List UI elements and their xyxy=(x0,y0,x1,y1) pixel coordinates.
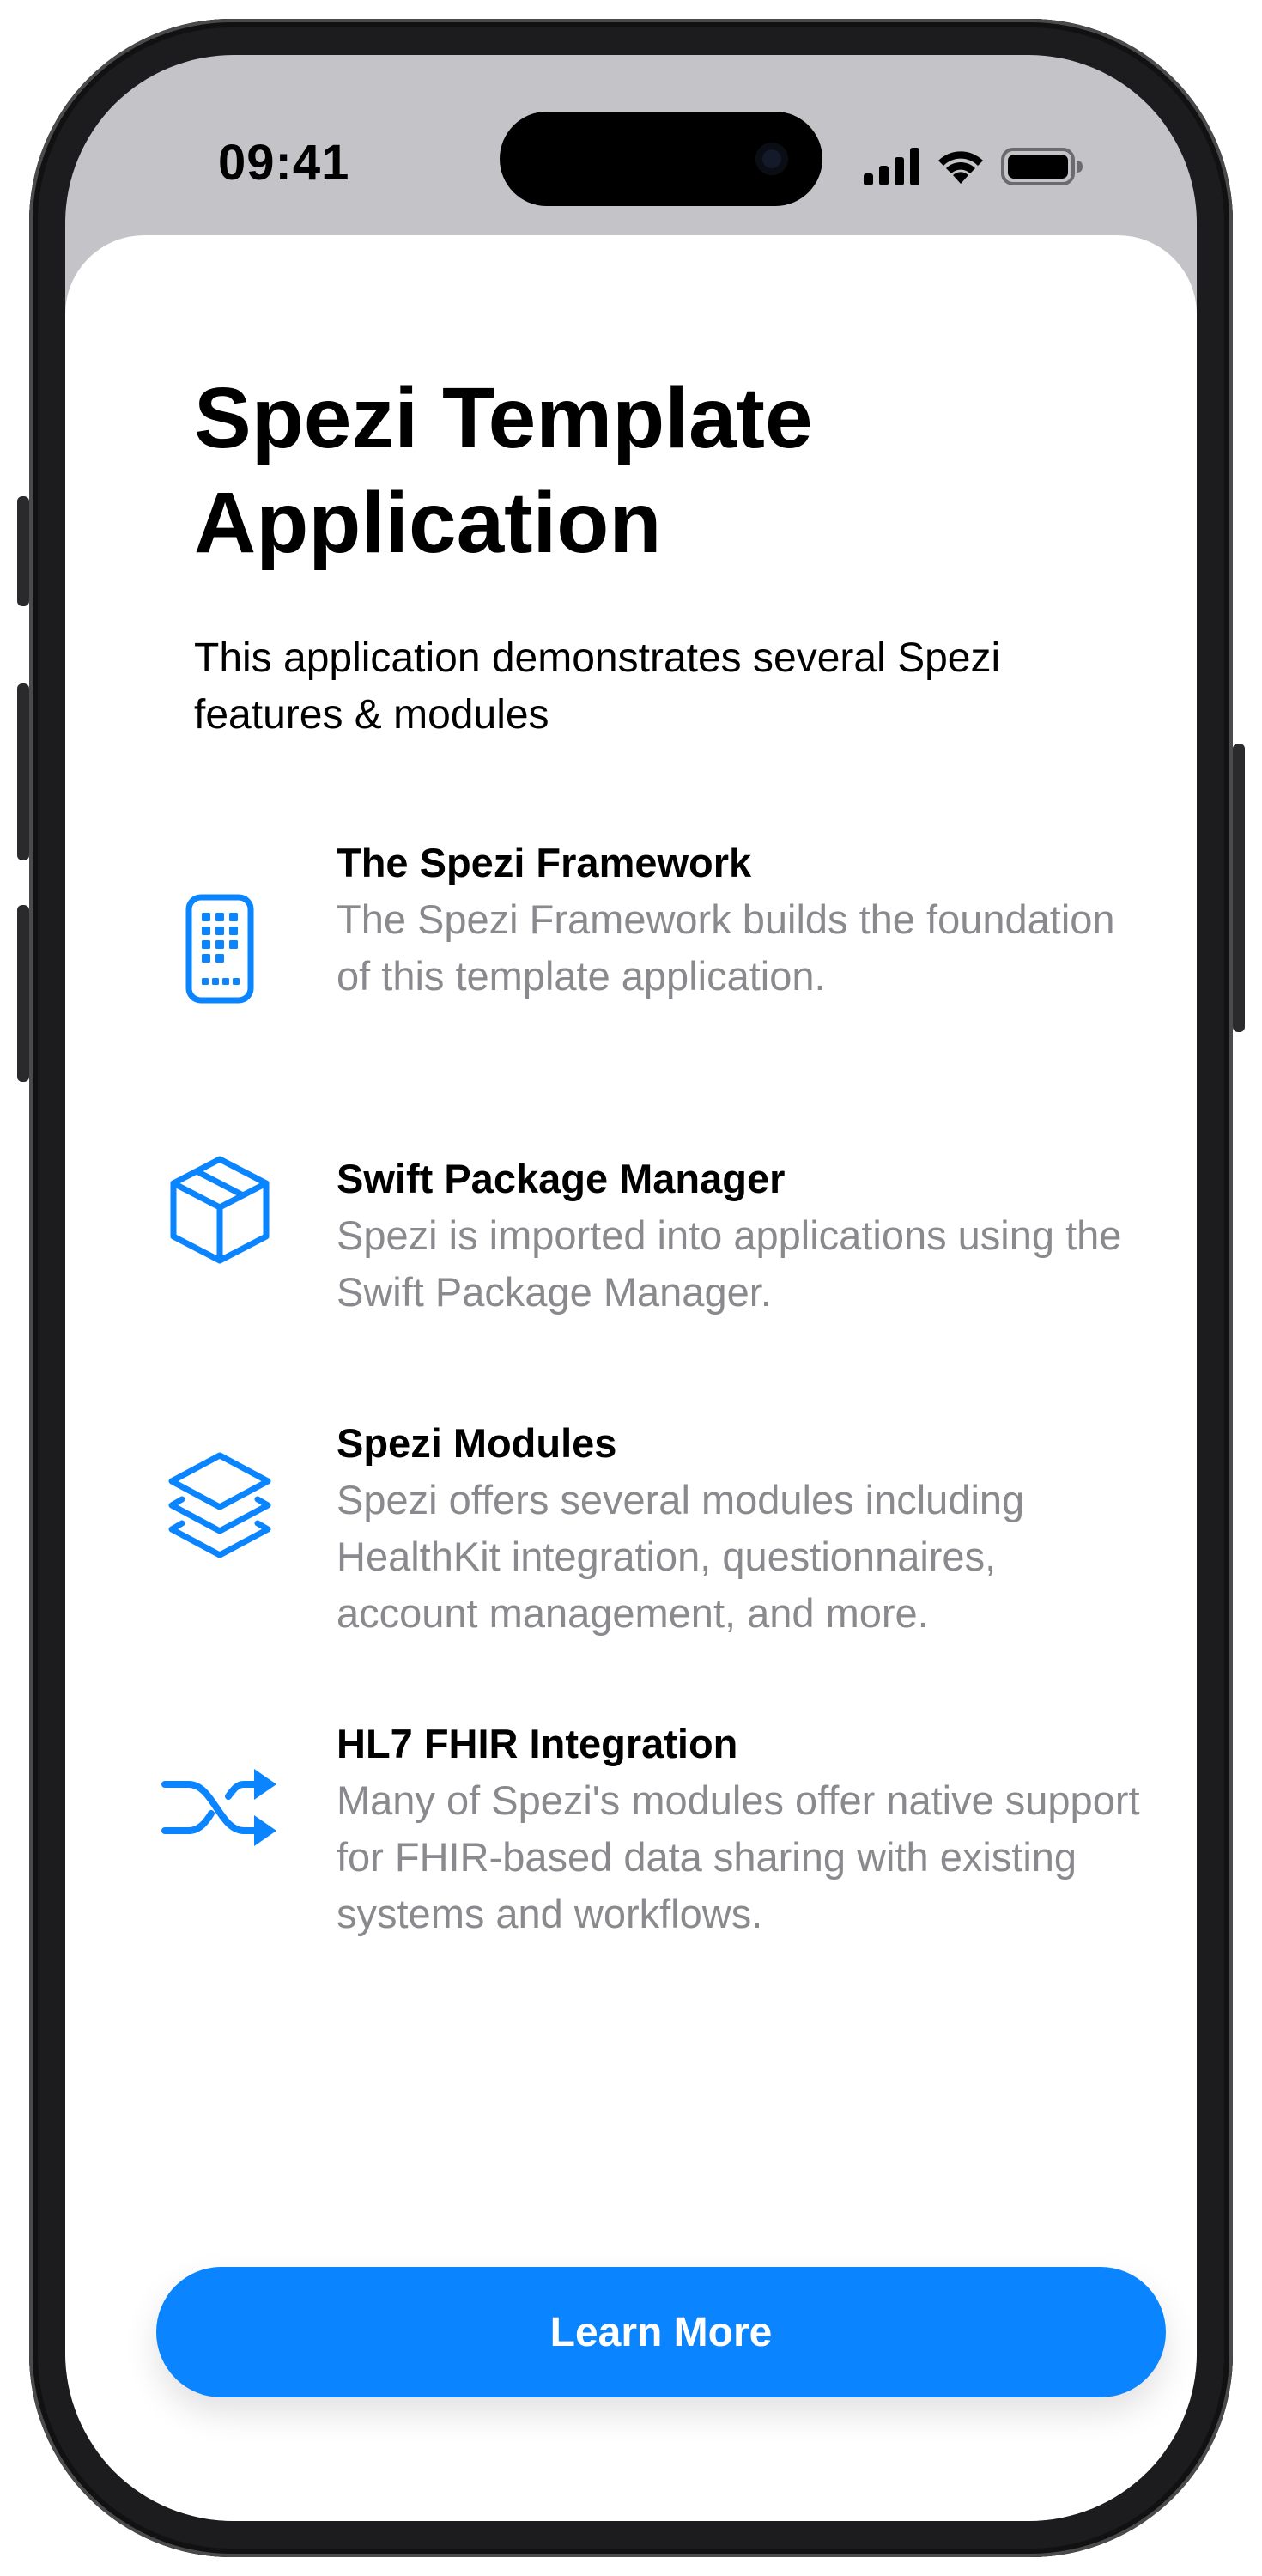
shippingbox-icon xyxy=(155,1145,284,1274)
page-title: Spezi Template Application xyxy=(194,370,813,571)
feature-description: Many of Spezi's modules offer native sup… xyxy=(337,1777,1140,1936)
dynamic-island xyxy=(500,112,822,206)
status-bar: 09:41 xyxy=(65,55,1197,206)
device-canvas: 09:41 Spezi Template Application This ap… xyxy=(0,0,1262,2576)
apps-iphone-icon xyxy=(155,884,284,1013)
feature-description: The Spezi Framework builds the foundatio… xyxy=(337,896,1115,999)
feature-description: Spezi is imported into applications usin… xyxy=(337,1212,1122,1315)
shuffle-icon xyxy=(155,1743,284,1872)
page-subtitle: This application demonstrates several Sp… xyxy=(194,635,1001,738)
feature-title: Spezi Modules xyxy=(337,1420,617,1466)
feature-title: HL7 FHIR Integration xyxy=(337,1721,738,1766)
feature-title: Swift Package Manager xyxy=(337,1156,786,1201)
status-time: 09:41 xyxy=(218,135,350,191)
feature-description: Spezi offers several modules including H… xyxy=(337,1477,1025,1636)
cellular-signal-icon xyxy=(864,148,919,185)
side-power-button xyxy=(1233,744,1245,1032)
volume-up-button xyxy=(17,683,29,860)
wifi-icon xyxy=(938,151,983,184)
phone-frame: 09:41 Spezi Template Application This ap… xyxy=(29,19,1233,2557)
stacked-layers-icon xyxy=(155,1441,284,1570)
front-camera xyxy=(755,143,788,175)
learn-more-button[interactable]: Learn More xyxy=(156,2267,1166,2397)
onboarding-sheet: Spezi Template Application This applicat… xyxy=(65,235,1197,2521)
feature-title: The Spezi Framework xyxy=(337,840,752,885)
action-button xyxy=(17,496,29,606)
battery-icon xyxy=(1001,148,1083,185)
volume-down-button xyxy=(17,905,29,1082)
phone-screen: 09:41 Spezi Template Application This ap… xyxy=(65,55,1197,2521)
